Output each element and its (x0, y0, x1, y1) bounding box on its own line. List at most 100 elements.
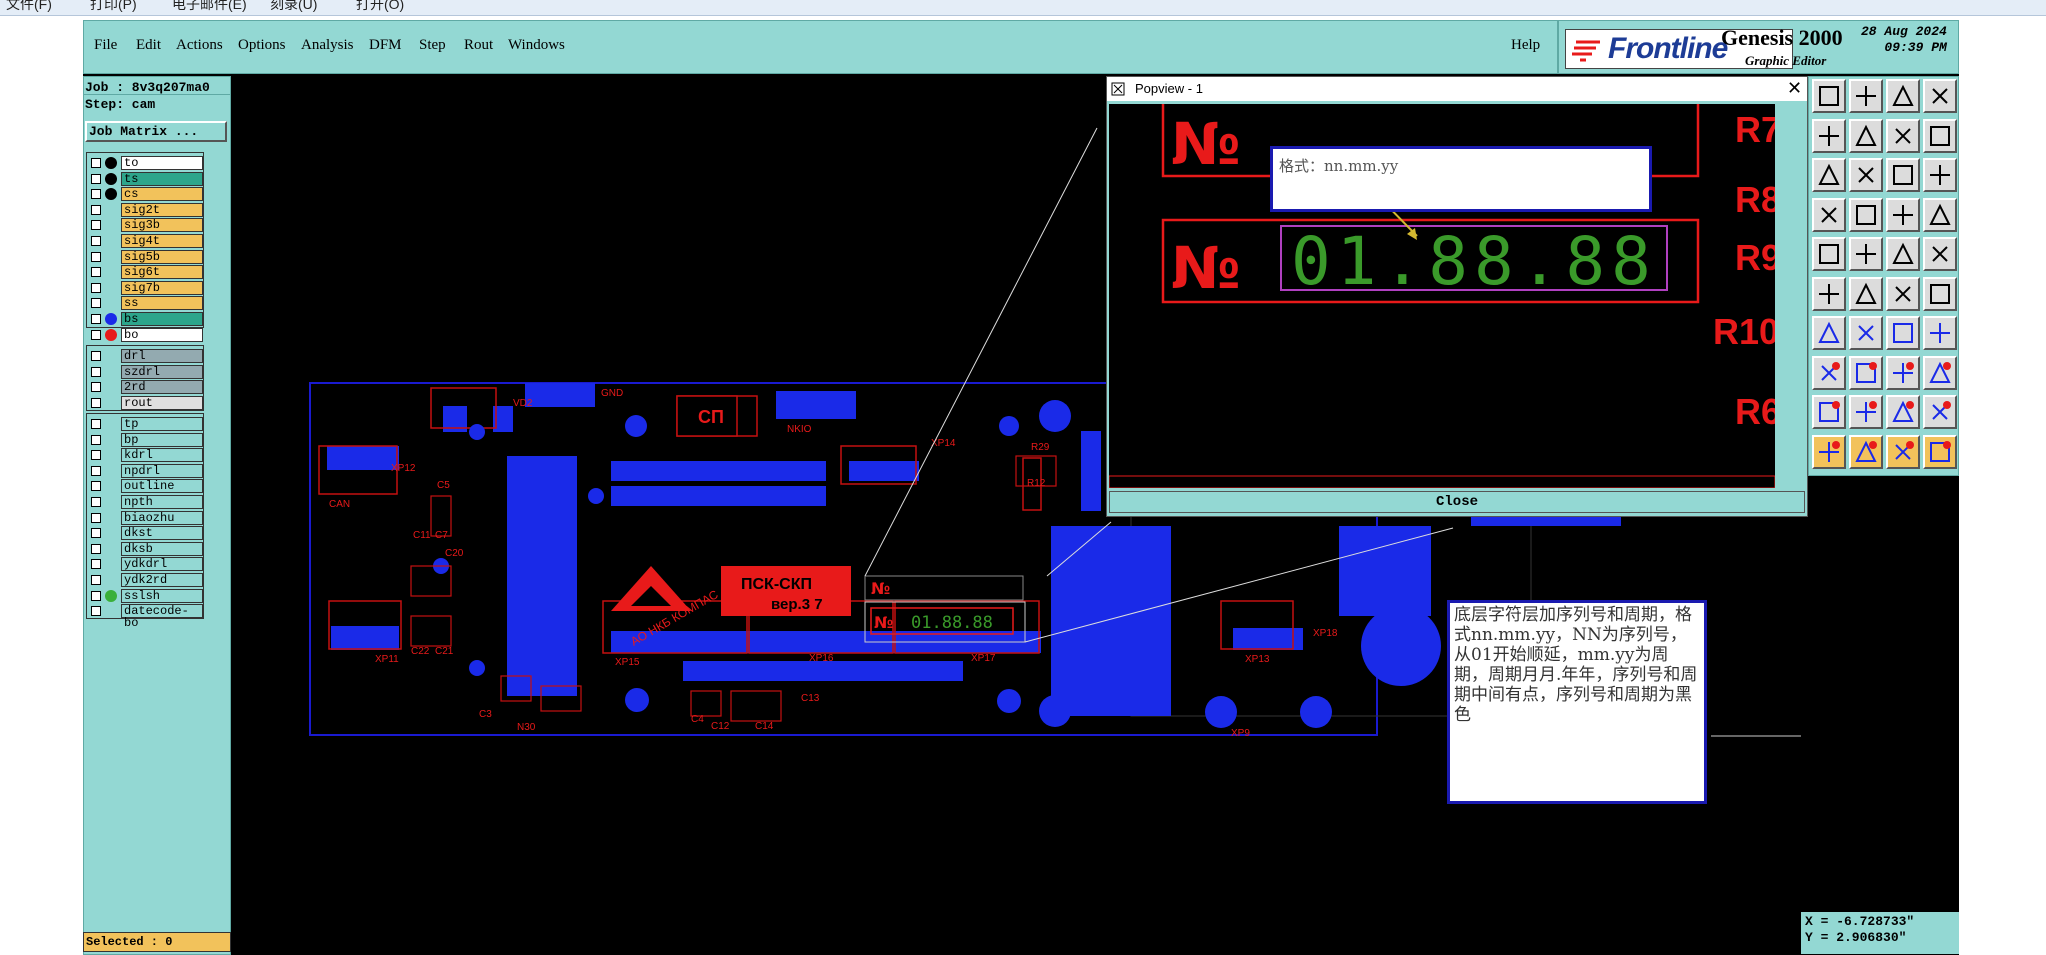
layer-checkbox[interactable] (91, 528, 101, 539)
layer-name[interactable]: cs (121, 187, 203, 202)
net-icon[interactable] (1812, 276, 1846, 311)
layer-name[interactable]: ydkdrl (121, 557, 203, 572)
menu-windows[interactable]: Windows (508, 37, 565, 54)
undo-icon[interactable] (1886, 118, 1920, 153)
layer-checkbox[interactable] (91, 314, 101, 324)
layer-checkbox[interactable] (91, 382, 101, 393)
layer-checkbox[interactable] (91, 351, 101, 361)
zoom-icon[interactable] (1812, 79, 1846, 113)
layer-name[interactable]: datecode-bo (121, 604, 203, 629)
layer-row-sig6t[interactable]: sig6t (87, 265, 205, 280)
layer-name[interactable]: to (121, 156, 203, 170)
layer-name[interactable]: bo (121, 327, 203, 342)
move-icon[interactable] (1849, 158, 1883, 192)
layer-name[interactable]: ydk2rd (121, 573, 203, 587)
layer-row-ydk2rd[interactable]: ydk2rd (87, 573, 205, 587)
layer-row-npth[interactable]: npth (87, 495, 205, 509)
snap-icon[interactable] (1849, 118, 1883, 153)
layer-checkbox[interactable] (91, 267, 101, 278)
layer-name[interactable]: 2rd (121, 380, 203, 395)
menu-analysis[interactable]: Analysis (301, 37, 354, 54)
layer-row-kdrl[interactable]: kdrl (87, 448, 205, 463)
open-icon[interactable] (1812, 197, 1846, 232)
layer-checkbox[interactable] (91, 298, 101, 309)
layer-name[interactable]: bs (121, 312, 203, 326)
layer-row-outline[interactable]: outline (87, 479, 205, 494)
layer-name[interactable]: bp (121, 432, 203, 447)
menu-options[interactable]: Options (238, 37, 286, 54)
layers-icon[interactable] (1886, 197, 1920, 232)
layer-row-sig5b[interactable]: sig5b (87, 249, 205, 264)
os-menu-print[interactable]: 打印(P) (90, 0, 137, 14)
layer-checkbox[interactable] (91, 606, 101, 617)
shape-icon[interactable] (1886, 395, 1920, 429)
os-menu-burn[interactable]: 刻录(U) (270, 0, 317, 14)
text-icon[interactable] (1923, 316, 1957, 350)
layer-name[interactable]: kdrl (121, 448, 203, 463)
line-icon[interactable] (1886, 237, 1920, 271)
layer-row-ss[interactable]: ss (87, 296, 205, 311)
popview-close-button[interactable]: Close (1109, 491, 1805, 513)
menu-rout[interactable]: Rout (464, 37, 493, 54)
menu-step[interactable]: Step (419, 37, 446, 54)
tree-icon[interactable] (1923, 197, 1957, 232)
layer-checkbox[interactable] (91, 543, 101, 554)
layer-name[interactable]: rout (121, 395, 203, 410)
layer-checkbox[interactable] (91, 590, 101, 601)
layer-name[interactable]: dksb (121, 541, 203, 556)
layer-name[interactable]: biaozhu (121, 510, 203, 525)
fit-icon[interactable] (1812, 158, 1846, 192)
layer-name[interactable]: npth (121, 495, 203, 509)
layer-checkbox[interactable] (91, 575, 101, 585)
triangle-icon[interactable] (1812, 395, 1846, 429)
layer-row-sig3b[interactable]: sig3b (87, 218, 205, 233)
menu-edit[interactable]: Edit (136, 37, 161, 54)
layer-name[interactable]: npdrl (121, 463, 203, 478)
layer-checkbox[interactable] (91, 366, 101, 377)
measure-icon[interactable] (1812, 316, 1846, 350)
layer-checkbox[interactable] (91, 204, 101, 215)
close-icon[interactable]: ✕ (1787, 78, 1802, 99)
home-icon[interactable] (1886, 79, 1920, 113)
layer-name[interactable]: dkst (121, 526, 203, 541)
layer-row-2rd[interactable]: 2rd (87, 380, 205, 395)
connect-icon[interactable] (1923, 276, 1957, 311)
layer-checkbox[interactable] (91, 329, 101, 340)
layer-row-cs[interactable]: cs (87, 187, 205, 202)
layer-name[interactable]: drl (121, 349, 203, 363)
pan-icon[interactable] (1849, 79, 1883, 113)
layer-checkbox[interactable] (91, 397, 101, 408)
layer-row-sig7b[interactable]: sig7b (87, 280, 205, 295)
layer-row-dksb[interactable]: dksb (87, 541, 205, 556)
layer-name[interactable]: szdrl (121, 364, 203, 379)
layer-name[interactable]: sig4t (121, 234, 203, 248)
layer-row-bp[interactable]: bp (87, 432, 205, 447)
layer-row-tp[interactable]: tp (87, 417, 205, 431)
redo-icon[interactable] (1923, 118, 1957, 153)
layer-checkbox[interactable] (91, 251, 101, 262)
layer-row-to[interactable]: to (87, 156, 205, 170)
poly-icon[interactable] (1849, 395, 1883, 429)
pad-icon[interactable] (1812, 237, 1846, 271)
view-icon[interactable] (1812, 118, 1846, 153)
layer-row-rout[interactable]: rout (87, 395, 205, 410)
menu-dfm[interactable]: DFM (369, 37, 402, 54)
layer-row-datecode-bo[interactable]: datecode-bo (87, 604, 205, 629)
layer-name[interactable]: sig5b (121, 249, 203, 264)
layer-name[interactable]: outline (121, 479, 203, 494)
select-icon[interactable] (1849, 237, 1883, 271)
layer-name[interactable]: ss (121, 296, 203, 311)
layer-checkbox[interactable] (91, 189, 101, 200)
layer-row-dkst[interactable]: dkst (87, 526, 205, 541)
layer-checkbox[interactable] (91, 434, 101, 445)
arrow-icon[interactable] (1923, 395, 1957, 429)
layer-name[interactable]: sslsh (121, 588, 203, 603)
os-menu-email[interactable]: 电子邮件(E) (172, 0, 247, 14)
layer-row-sslsh[interactable]: sslsh (87, 588, 205, 603)
layer-checkbox[interactable] (91, 481, 101, 492)
menu-file[interactable]: File (94, 37, 117, 54)
cross-icon[interactable] (1849, 276, 1883, 311)
layer-row-biaozhu[interactable]: biaozhu (87, 510, 205, 525)
layer-name[interactable]: tp (121, 417, 203, 431)
layer-checkbox[interactable] (91, 236, 101, 246)
